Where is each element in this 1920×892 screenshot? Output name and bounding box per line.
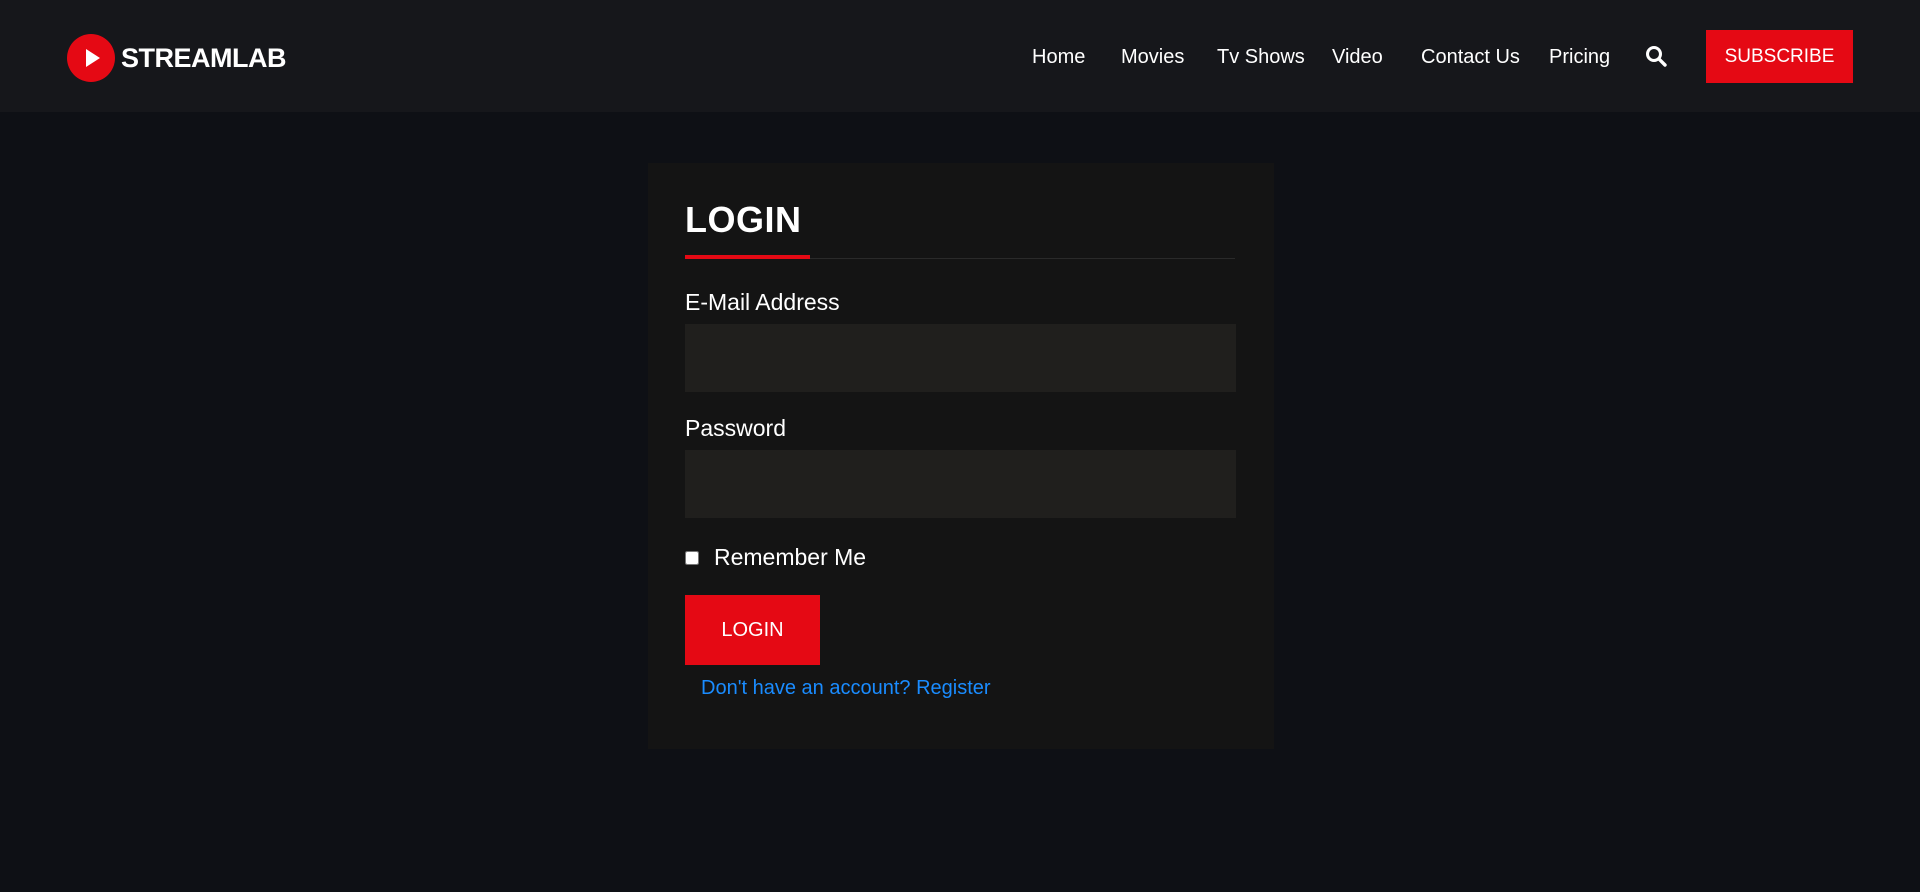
password-field[interactable] [685,450,1236,518]
password-label: Password [685,415,786,441]
search-icon[interactable] [1645,45,1667,67]
logo-text: STREAMLAB [121,42,287,73]
email-field[interactable] [685,324,1236,392]
subscribe-button[interactable]: SUBSCRIBE [1706,30,1853,83]
remember-checkbox[interactable] [685,550,699,565]
title-accent-bar [685,255,810,259]
nav-tv-shows[interactable]: Tv Shows [1217,44,1305,70]
remember-label: Remember Me [714,544,867,570]
nav-contact-us[interactable]: Contact Us [1421,44,1520,70]
email-label: E-Mail Address [685,289,840,315]
nav-pricing[interactable]: Pricing [1549,44,1610,70]
login-button[interactable]: LOGIN [685,595,820,665]
nav-home[interactable]: Home [1032,44,1085,70]
register-link[interactable]: Don't have an account? Register [701,677,991,700]
site-logo[interactable]: STREAMLAB [67,34,287,82]
site-header: STREAMLAB Home Movies Tv Shows Video Con… [0,0,1920,112]
nav-video[interactable]: Video [1332,44,1383,70]
nav-movies[interactable]: Movies [1121,44,1184,70]
login-title: LOGIN [685,199,802,240]
remember-row: Remember Me [685,544,866,571]
play-icon [67,34,115,82]
login-card: LOGIN E-Mail Address Password Remember M… [648,163,1274,749]
